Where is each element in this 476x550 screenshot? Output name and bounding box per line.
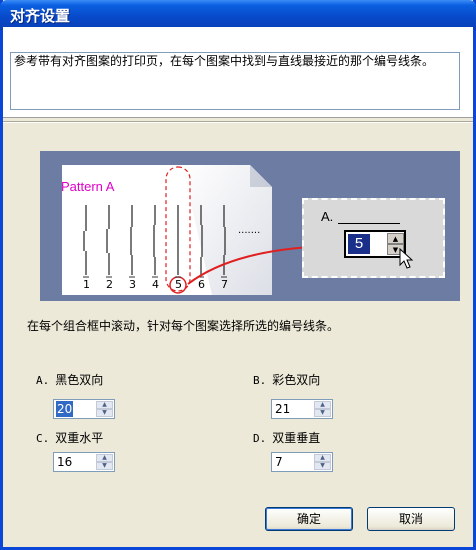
field-a-key: A. <box>36 374 50 387</box>
field-c-label: C. 双重水平 <box>36 429 103 446</box>
alignment-dialog: 对齐设置 参考带有对齐图案的打印页，在每个图案中找到与直线最接近的那个编号线条。 <box>0 0 476 550</box>
tick-label-1: 1 <box>83 278 90 291</box>
field-a-spinbox[interactable]: 20 ▲ ▼ <box>53 399 115 419</box>
description-box: 参考带有对齐图案的打印页，在每个图案中找到与直线最接近的那个编号线条。 <box>10 52 460 110</box>
field-a-up-arrow-icon[interactable]: ▲ <box>96 401 113 409</box>
field-c-key: C. <box>36 432 50 445</box>
field-c-spin-buttons[interactable]: ▲ ▼ <box>96 454 113 470</box>
example-underline <box>338 223 400 224</box>
pattern-title: Pattern A <box>61 179 115 194</box>
separator <box>3 121 473 123</box>
field-b-value[interactable]: 21 <box>274 401 291 417</box>
instruction-text: 在每个组合框中滚动，针对每个图案选择所选的编号线条。 <box>27 319 340 333</box>
example-panel: A. 5 ▲ ▼ <box>302 198 445 278</box>
example-value: 5 <box>348 234 370 254</box>
field-c-spinbox[interactable]: 16 ▲ ▼ <box>53 452 115 472</box>
tick-label-4: 4 <box>152 278 159 291</box>
field-b-label: B. 彩色双向 <box>253 371 320 388</box>
field-d-spinbox[interactable]: 7 ▲ ▼ <box>271 452 333 472</box>
field-d-value[interactable]: 7 <box>274 454 284 470</box>
field-b-up-arrow-icon[interactable]: ▲ <box>314 401 331 409</box>
ok-button[interactable]: 确定 <box>265 507 353 531</box>
window-title: 对齐设置 <box>10 7 71 25</box>
field-c-down-arrow-icon[interactable]: ▼ <box>96 462 113 470</box>
alignment-illustration: Pattern A 1 2 3 4 5 6 7 ....... A. 5 ▲ ▼ <box>40 151 460 301</box>
field-c-up-arrow-icon[interactable]: ▲ <box>96 454 113 462</box>
field-a-label: A. 黑色双向 <box>36 371 103 388</box>
field-b-name: 彩色双向 <box>272 373 321 387</box>
field-d-up-arrow-icon[interactable]: ▲ <box>314 454 331 462</box>
tick-label-3: 3 <box>129 278 136 291</box>
description-panel: 参考带有对齐图案的打印页，在每个图案中找到与直线最接近的那个编号线条。 <box>3 27 473 118</box>
field-b-key: B. <box>253 374 267 387</box>
field-c-name: 双重水平 <box>55 431 104 445</box>
field-d-name: 双重垂直 <box>272 431 321 445</box>
title-bar[interactable]: 对齐设置 <box>0 0 476 30</box>
field-d-spin-buttons[interactable]: ▲ ▼ <box>314 454 331 470</box>
field-c-value[interactable]: 16 <box>56 454 73 470</box>
field-a-value[interactable]: 20 <box>56 401 74 417</box>
example-label: A. <box>321 209 334 224</box>
example-up-arrow-icon: ▲ <box>387 233 404 244</box>
field-a-spin-buttons[interactable]: ▲ ▼ <box>96 401 113 417</box>
field-a-down-arrow-icon[interactable]: ▼ <box>96 409 113 417</box>
field-d-down-arrow-icon[interactable]: ▼ <box>314 462 331 470</box>
field-a-name: 黑色双向 <box>55 373 104 387</box>
tick-label-2: 2 <box>106 278 113 291</box>
example-spinbox: 5 ▲ ▼ <box>344 230 406 258</box>
field-b-spin-buttons[interactable]: ▲ ▼ <box>314 401 331 417</box>
mouse-pointer-icon <box>399 248 414 269</box>
cancel-button[interactable]: 取消 <box>367 507 455 531</box>
description-text: 参考带有对齐图案的打印页，在每个图案中找到与直线最接近的那个编号线条。 <box>14 54 435 68</box>
field-b-spinbox[interactable]: 21 ▲ ▼ <box>271 399 333 419</box>
field-d-label: D. 双重垂直 <box>253 429 320 446</box>
field-d-key: D. <box>253 432 267 445</box>
field-b-down-arrow-icon[interactable]: ▼ <box>314 409 331 417</box>
